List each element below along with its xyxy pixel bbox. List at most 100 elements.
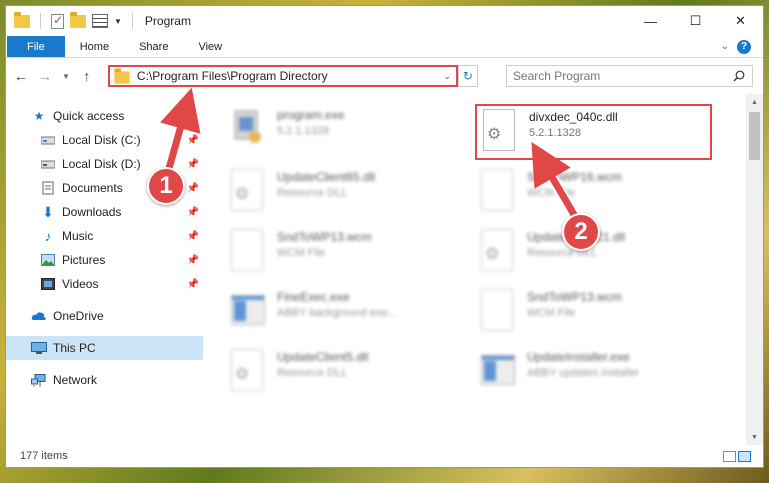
- scroll-up-icon[interactable]: ▲: [746, 94, 763, 110]
- folder-icon: [114, 68, 130, 84]
- tab-share[interactable]: Share: [124, 36, 183, 57]
- back-arrow-icon[interactable]: ←: [14, 68, 28, 84]
- pin-icon[interactable]: 📌: [187, 135, 199, 146]
- navigation-bar: ← → ▼ ↑ C:\Program Files\Program Directo…: [6, 58, 763, 94]
- file-name: SndToWP16.wcm: [527, 170, 622, 184]
- explorer-window: ▼ Program — ☐ ✕ File Home Share View ⌄ ?…: [5, 5, 764, 468]
- close-button[interactable]: ✕: [718, 6, 763, 36]
- file-item-fineexec[interactable]: FineExec.exe ABBY background exe...: [225, 286, 465, 338]
- pin-icon[interactable]: 📌: [187, 255, 199, 266]
- cloud-icon: [31, 308, 47, 324]
- pin-icon[interactable]: 📌: [187, 183, 199, 194]
- dll-gear-icon: [481, 229, 519, 275]
- scroll-down-icon[interactable]: ▼: [746, 429, 763, 445]
- file-version: 5.2.1.1328: [529, 127, 581, 139]
- address-path[interactable]: C:\Program Files\Program Directory: [137, 69, 434, 83]
- vertical-scrollbar[interactable]: ▲ ▼: [746, 94, 763, 445]
- app-icon: [481, 349, 519, 395]
- documents-icon: [40, 180, 56, 196]
- sidebar-item-label: Music: [62, 229, 94, 243]
- callout-badge-2: 2: [562, 213, 600, 251]
- forward-arrow-icon[interactable]: →: [38, 68, 52, 84]
- customize-toolbar-dropdown-icon[interactable]: ▼: [114, 17, 122, 26]
- installer-icon: [231, 107, 269, 153]
- sidebar-item-music[interactable]: ♪ Music 📌: [6, 224, 203, 248]
- file-version: 5.2.1.1328: [277, 125, 329, 137]
- search-input[interactable]: [512, 69, 732, 83]
- dll-gear-icon: [231, 169, 269, 215]
- music-icon: ♪: [44, 228, 52, 244]
- file-item-updateclient65[interactable]: UpdateClient65.dll Resource DLL: [225, 166, 465, 218]
- divider: [40, 13, 41, 29]
- sidebar-item-downloads[interactable]: ⬇ Downloads 📌: [6, 200, 203, 224]
- app-icon: [231, 289, 269, 335]
- divider: [131, 13, 133, 29]
- sidebar-item-label: Network: [53, 373, 98, 387]
- network-icon: [31, 372, 47, 388]
- pin-icon[interactable]: 📌: [187, 279, 199, 290]
- file-type: WCM File: [277, 247, 326, 259]
- scroll-thumb[interactable]: [749, 112, 760, 160]
- pin-icon[interactable]: 📌: [187, 207, 199, 218]
- properties-check-icon[interactable]: [51, 13, 64, 29]
- file-type: Resource DLL: [277, 187, 348, 199]
- status-bar: 177 items: [6, 445, 763, 467]
- minimize-button[interactable]: —: [628, 6, 673, 36]
- file-item-sndtowp13[interactable]: SndToWP13.wcm WCM File: [225, 226, 465, 278]
- file-item-program-exe[interactable]: program.exe 5.2.1.1328: [225, 104, 465, 156]
- pictures-icon: [40, 252, 56, 268]
- drive-icon: [40, 156, 56, 172]
- file-item-sndtowp16[interactable]: SndToWP16.wcm WCM File: [475, 166, 715, 218]
- tab-view[interactable]: View: [183, 36, 237, 57]
- help-icon[interactable]: ?: [737, 39, 751, 54]
- file-type: WCM File: [527, 307, 576, 319]
- sidebar-item-network[interactable]: Network: [6, 368, 203, 392]
- file-item-updateinstaller[interactable]: UpdateInstaller.exe ABBY updates installe…: [475, 346, 715, 398]
- sidebar-item-videos[interactable]: Videos 📌: [6, 272, 203, 296]
- address-dropdown-icon[interactable]: ⌄: [438, 71, 456, 82]
- details-view-icon[interactable]: [723, 450, 736, 462]
- sidebar-item-label: OneDrive: [53, 309, 104, 323]
- address-bar[interactable]: C:\Program Files\Program Directory ⌄: [107, 65, 458, 87]
- sidebar-item-local-disk-c[interactable]: Local Disk (C:) 📌: [6, 128, 203, 152]
- file-name: program.exe: [277, 108, 345, 122]
- up-arrow-icon[interactable]: ↑: [80, 68, 94, 84]
- content-area: ★ Quick access Local Disk (C:) 📌 Local D…: [6, 94, 763, 445]
- dll-gear-icon: [483, 109, 521, 155]
- recent-locations-icon[interactable]: ▼: [62, 72, 70, 81]
- file-item-updateclient5[interactable]: UpdateClient5.dll Resource DLL: [225, 346, 465, 398]
- expand-ribbon-icon[interactable]: ⌄: [721, 41, 729, 52]
- file-name: FineExec.exe: [277, 290, 350, 304]
- properties-icon[interactable]: [92, 14, 108, 28]
- pin-icon[interactable]: 📌: [187, 159, 199, 170]
- large-icons-view-icon[interactable]: [738, 450, 751, 462]
- sidebar-item-onedrive[interactable]: OneDrive: [6, 304, 203, 328]
- window-controls: — ☐ ✕: [628, 6, 763, 36]
- file-name: SndToWP13.wcm: [277, 230, 372, 244]
- file-item-sndtowp13-b[interactable]: SndToWP13.wcm WCM File: [475, 286, 715, 338]
- file-type: WCM File: [527, 187, 576, 199]
- search-icon[interactable]: [732, 69, 746, 83]
- file-name: UpdateClient65.dll: [277, 170, 376, 184]
- sidebar-item-label: Local Disk (C:): [62, 133, 141, 147]
- file-name: UpdateClient5.dll: [277, 350, 369, 364]
- file-list: program.exe 5.2.1.1328 divxdec_040c.dll 5.…: [203, 94, 746, 445]
- file-type: ABBY background exe...: [277, 307, 397, 319]
- file-icon: [481, 289, 519, 335]
- refresh-button[interactable]: ↻: [457, 65, 478, 87]
- sidebar-item-quick-access[interactable]: ★ Quick access: [6, 104, 203, 128]
- tab-home[interactable]: Home: [65, 36, 124, 57]
- pin-icon[interactable]: 📌: [187, 231, 199, 242]
- maximize-button[interactable]: ☐: [673, 6, 718, 36]
- sidebar-item-pictures[interactable]: Pictures 📌: [6, 248, 203, 272]
- file-icon: [481, 169, 519, 215]
- file-item-divxdec[interactable]: divxdec_040c.dll 5.2.1.1328: [475, 104, 712, 160]
- dll-gear-icon: [231, 349, 269, 395]
- sidebar-item-this-pc[interactable]: This PC: [6, 336, 203, 360]
- file-name: divxdec_040c.dll: [529, 110, 618, 124]
- tab-file[interactable]: File: [7, 36, 65, 57]
- file-name: SndToWP13.wcm: [527, 290, 622, 304]
- search-box[interactable]: [505, 65, 753, 87]
- star-icon: ★: [33, 109, 45, 123]
- new-folder-icon[interactable]: [70, 11, 86, 28]
